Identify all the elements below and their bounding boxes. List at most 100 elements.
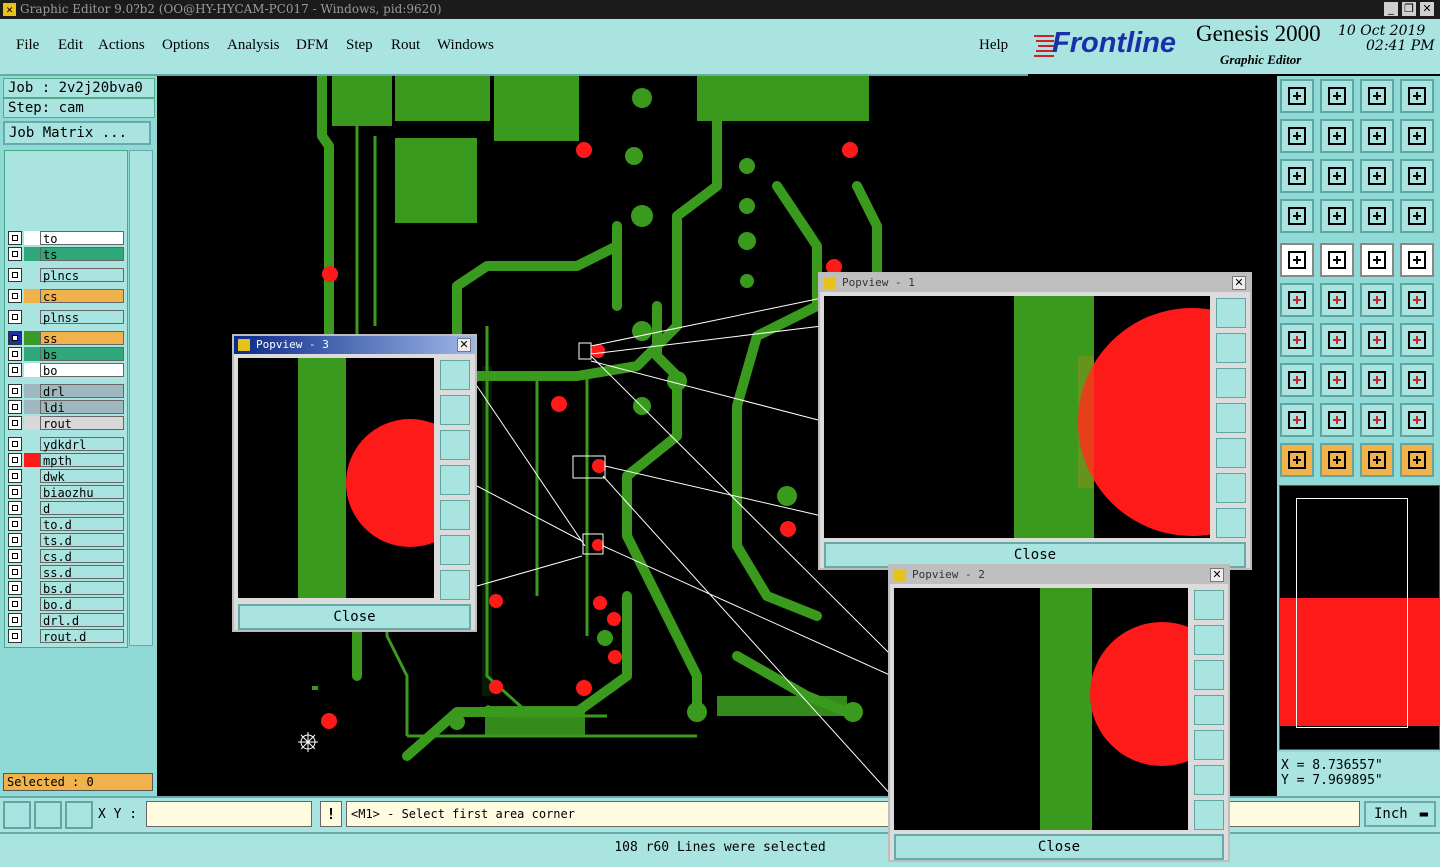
route-icon[interactable]: [1320, 199, 1354, 233]
popview-1-titlebar[interactable]: Popview - 1 ✕: [820, 274, 1250, 292]
add-pad-icon[interactable]: [1280, 243, 1314, 277]
popview-pan-right-icon[interactable]: [440, 500, 470, 530]
menu-analysis[interactable]: Analysis: [227, 37, 280, 54]
layer-name[interactable]: d: [40, 501, 124, 516]
popview-2-close-button[interactable]: Close: [894, 834, 1224, 860]
drill-icon[interactable]: [1400, 243, 1434, 277]
minimize-icon[interactable]: _: [1384, 2, 1398, 16]
layer-list-scrollbar[interactable]: [129, 150, 153, 646]
select-touch-icon[interactable]: [1360, 443, 1394, 477]
alert-icon[interactable]: !: [320, 801, 342, 827]
popview-zoom-fit-icon[interactable]: [1194, 590, 1224, 620]
menu-rout[interactable]: Rout: [391, 37, 420, 54]
home-view-icon[interactable]: [1360, 79, 1394, 113]
popview-zoom-out-icon[interactable]: [440, 570, 470, 600]
triangle-move-icon[interactable]: [1320, 403, 1354, 437]
layer-row[interactable]: to: [8, 231, 124, 246]
layer-row[interactable]: drl: [8, 384, 124, 399]
layer-checkbox[interactable]: [8, 485, 22, 499]
layer-row[interactable]: bs.d: [8, 581, 124, 596]
menu-help[interactable]: Help: [979, 37, 1008, 54]
line-diagonal-icon[interactable]: [1320, 323, 1354, 357]
layer-checkbox[interactable]: [8, 289, 22, 303]
popview-zoom-fit-icon[interactable]: [440, 360, 470, 390]
menu-actions[interactable]: Actions: [98, 37, 145, 54]
layer-name[interactable]: drl: [40, 384, 124, 399]
shape-icon[interactable]: [1400, 363, 1434, 397]
layer-name[interactable]: bs.d: [40, 581, 124, 596]
popview-pan-left-icon[interactable]: [1216, 403, 1246, 433]
layer-row[interactable]: biaozhu: [8, 485, 124, 500]
layer-name[interactable]: bo.d: [40, 597, 124, 612]
layer-name[interactable]: drl.d: [40, 613, 124, 628]
layer-checkbox[interactable]: [8, 310, 22, 324]
layer-row[interactable]: bo: [8, 363, 124, 378]
popview-zoom-fit-icon[interactable]: [1216, 298, 1246, 328]
layer-row[interactable]: mpth: [8, 453, 124, 468]
layer-name[interactable]: to.d: [40, 517, 124, 532]
center-view-icon[interactable]: [1320, 159, 1354, 193]
layer-row[interactable]: ldi: [8, 400, 124, 415]
help-icon[interactable]: [1400, 159, 1434, 193]
zoom-home-icon[interactable]: [1280, 79, 1314, 113]
snap-icon[interactable]: [1400, 119, 1434, 153]
popview-pan-left-icon[interactable]: [1194, 695, 1224, 725]
net-highlight-icon[interactable]: [1400, 199, 1434, 233]
line-icon[interactable]: [1280, 323, 1314, 357]
units-dropdown[interactable]: Inch ▬: [1364, 801, 1436, 827]
popview-2-window[interactable]: Popview - 2 ✕ Close: [888, 564, 1230, 862]
fit-view-icon[interactable]: [1280, 159, 1314, 193]
layer-name[interactable]: ss: [40, 331, 124, 346]
pan-right-icon[interactable]: [1320, 119, 1354, 153]
layer-checkbox[interactable]: [8, 453, 22, 467]
split-view-icon[interactable]: [1400, 79, 1434, 113]
arc-icon[interactable]: [1360, 323, 1394, 357]
undo-view-icon[interactable]: [1360, 119, 1394, 153]
edit-tools-icon[interactable]: [1280, 199, 1314, 233]
layer-name[interactable]: ts: [40, 247, 124, 262]
zoom-area-icon[interactable]: [3, 801, 31, 829]
popview-zoom-out-icon[interactable]: [1194, 800, 1224, 830]
layer-row[interactable]: plncs: [8, 268, 124, 283]
text-icon[interactable]: [1400, 323, 1434, 357]
select-arrow-icon[interactable]: [1280, 443, 1314, 477]
layer-name[interactable]: dwk: [40, 469, 124, 484]
menu-windows[interactable]: Windows: [437, 37, 494, 54]
select-box-icon[interactable]: [1320, 443, 1354, 477]
measure-icon[interactable]: [1360, 363, 1394, 397]
layer-row[interactable]: bs: [8, 347, 124, 362]
layer-row[interactable]: ts: [8, 247, 124, 262]
layer-checkbox[interactable]: [8, 331, 22, 345]
popview-zoom-in-icon[interactable]: [440, 535, 470, 565]
popview-3-titlebar[interactable]: Popview - 3 ✕: [234, 336, 475, 354]
layer-name[interactable]: bo: [40, 363, 124, 378]
popview-1-canvas[interactable]: [824, 296, 1210, 538]
popview-pan-up-icon[interactable]: [440, 395, 470, 425]
layer-checkbox[interactable]: [8, 416, 22, 430]
pad-select-icon[interactable]: [1280, 363, 1314, 397]
arch-move-icon[interactable]: [1400, 403, 1434, 437]
connect-icon[interactable]: [1280, 283, 1314, 317]
menu-file[interactable]: File: [16, 37, 39, 54]
net-icon[interactable]: [1360, 199, 1394, 233]
menu-step[interactable]: Step: [346, 37, 373, 54]
popview-pan-up-icon[interactable]: [1194, 625, 1224, 655]
layer-row[interactable]: ss: [8, 331, 124, 346]
close-icon[interactable]: ✕: [1420, 2, 1434, 16]
layer-checkbox[interactable]: [8, 597, 22, 611]
layer-row[interactable]: rout.d: [8, 629, 124, 644]
layer-name[interactable]: ss.d: [40, 565, 124, 580]
cross-icon[interactable]: [1320, 283, 1354, 317]
layer-name[interactable]: mpth: [40, 453, 124, 468]
layer-row[interactable]: ts.d: [8, 533, 124, 548]
layer-name[interactable]: bs: [40, 347, 124, 362]
popview-3-close-icon[interactable]: ✕: [457, 338, 471, 352]
popview-pan-down-icon[interactable]: [440, 430, 470, 460]
layer-name[interactable]: to: [40, 231, 124, 246]
popview-pan-down-icon[interactable]: [1194, 660, 1224, 690]
pan-left-icon[interactable]: [1280, 119, 1314, 153]
layer-checkbox[interactable]: [8, 501, 22, 515]
layer-row[interactable]: plnss: [8, 310, 124, 325]
triangle-icon[interactable]: [1280, 403, 1314, 437]
point-icon[interactable]: [1360, 283, 1394, 317]
